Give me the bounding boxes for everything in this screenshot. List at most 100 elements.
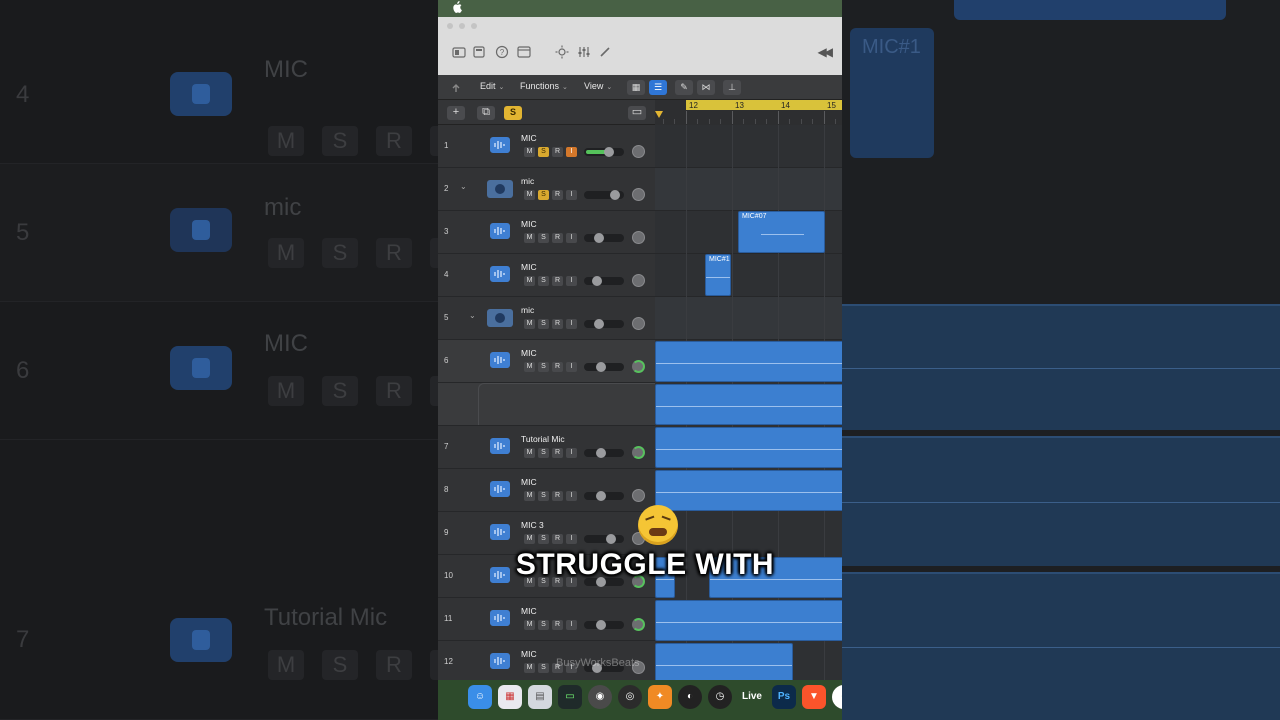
input-monitor-button[interactable]: I: [566, 233, 577, 243]
audio-region[interactable]: [655, 384, 842, 425]
solo-button[interactable]: S: [538, 147, 549, 157]
input-monitor-button[interactable]: I: [566, 147, 577, 157]
preview-icon[interactable]: ▤: [528, 685, 552, 709]
track-header[interactable]: 1 MIC M S R I: [438, 125, 655, 168]
solo-button[interactable]: S: [538, 276, 549, 286]
mute-button[interactable]: M: [524, 362, 535, 372]
functions-menu[interactable]: Functions ⌄: [520, 81, 568, 91]
volume-fader[interactable]: [584, 448, 624, 458]
pan-knob[interactable]: [632, 317, 645, 330]
volume-fader[interactable]: [584, 233, 624, 243]
tracks-area[interactable]: MIC#07 MIC#1: [655, 125, 842, 680]
input-monitor-button[interactable]: I: [566, 319, 577, 329]
input-monitor-button[interactable]: I: [566, 276, 577, 286]
audio-region[interactable]: [655, 427, 842, 468]
toolbar-toggle-icon[interactable]: [517, 45, 531, 59]
mute-button[interactable]: M: [524, 620, 535, 630]
close-window-button[interactable]: [447, 23, 453, 29]
input-monitor-button[interactable]: I: [566, 190, 577, 200]
grid-view-button[interactable]: ▦: [627, 80, 645, 95]
track-lane[interactable]: [655, 254, 842, 297]
track-header[interactable]: 7 Tutorial Mic M S R I: [438, 426, 655, 469]
global-solo-button[interactable]: S: [504, 106, 522, 120]
track-header[interactable]: 11 MIC M S R I: [438, 598, 655, 641]
logic-pro-icon[interactable]: ◉: [588, 685, 612, 709]
record-enable-button[interactable]: R: [552, 448, 563, 458]
solo-button[interactable]: S: [538, 448, 549, 458]
cycle-range[interactable]: [686, 100, 842, 110]
audio-region[interactable]: [655, 341, 842, 382]
view-menu[interactable]: View ⌄: [584, 81, 612, 91]
volume-fader[interactable]: [584, 190, 624, 200]
apple-icon[interactable]: [452, 1, 462, 13]
library-icon[interactable]: [452, 45, 466, 59]
audio-region[interactable]: [655, 643, 793, 680]
record-enable-button[interactable]: R: [552, 276, 563, 286]
track-lane[interactable]: [655, 297, 842, 340]
track-header[interactable]: 4 MIC M S R I: [438, 254, 655, 297]
track-lane[interactable]: [655, 125, 842, 168]
minimize-window-button[interactable]: [459, 23, 465, 29]
mute-button[interactable]: M: [524, 319, 535, 329]
solo-button[interactable]: S: [538, 362, 549, 372]
quick-help-icon[interactable]: ?: [495, 45, 509, 59]
track-header[interactable]: 6 MIC M S R I: [438, 340, 655, 383]
rewind-icon[interactable]: ◀◀: [818, 45, 834, 59]
obs-icon[interactable]: ◎: [618, 685, 642, 709]
snap-button[interactable]: ⋈: [697, 80, 715, 95]
catch-playhead-button[interactable]: ⊥: [723, 80, 741, 95]
audio-region[interactable]: [655, 600, 842, 641]
pan-knob[interactable]: [632, 145, 645, 158]
mute-button[interactable]: M: [524, 448, 535, 458]
solo-button[interactable]: S: [538, 190, 549, 200]
record-enable-button[interactable]: R: [552, 362, 563, 372]
solo-button[interactable]: S: [538, 233, 549, 243]
mute-button[interactable]: M: [524, 534, 535, 544]
record-enable-button[interactable]: R: [552, 319, 563, 329]
track-header[interactable]: 3 MIC M S R I: [438, 211, 655, 254]
brave-browser-icon[interactable]: ▼: [802, 685, 826, 709]
solo-button[interactable]: S: [538, 491, 549, 501]
volume-fader[interactable]: [584, 620, 624, 630]
inspector-icon[interactable]: [472, 45, 486, 59]
add-track-button[interactable]: +: [447, 106, 465, 120]
ableton-live-icon[interactable]: Live: [740, 685, 764, 709]
list-view-button[interactable]: ☰: [649, 80, 667, 95]
solo-button[interactable]: S: [538, 663, 549, 673]
mute-button[interactable]: M: [524, 276, 535, 286]
zoom-window-button[interactable]: [471, 23, 477, 29]
track-header[interactable]: 5 ⌄ mic M S R I: [438, 297, 655, 340]
editors-pencil-icon[interactable]: [598, 45, 612, 59]
volume-fader[interactable]: [584, 147, 624, 157]
record-enable-button[interactable]: R: [552, 620, 563, 630]
volume-fader[interactable]: [584, 491, 624, 501]
track-header[interactable]: 8 MIC M S R I: [438, 469, 655, 512]
audio-region[interactable]: MIC#1: [705, 254, 731, 296]
disclosure-chevron-icon[interactable]: ⌄: [460, 182, 467, 191]
volume-fader[interactable]: [584, 362, 624, 372]
audio-region[interactable]: [655, 470, 842, 511]
terminal-icon[interactable]: ▭: [558, 685, 582, 709]
pan-knob[interactable]: [632, 188, 645, 201]
track-lane[interactable]: [438, 383, 655, 426]
volume-fader[interactable]: [584, 534, 624, 544]
chrome-icon[interactable]: ●: [832, 685, 842, 709]
mixer-icon[interactable]: [577, 45, 591, 59]
mute-button[interactable]: M: [524, 663, 535, 673]
volume-fader[interactable]: [584, 276, 624, 286]
flex-tool-button[interactable]: ✎: [675, 80, 693, 95]
timer-app-icon[interactable]: ◷: [708, 685, 732, 709]
pan-knob[interactable]: [632, 231, 645, 244]
record-enable-button[interactable]: R: [552, 147, 563, 157]
gauge-app-icon[interactable]: ◐: [678, 685, 702, 709]
finder-icon[interactable]: ☺: [468, 685, 492, 709]
solo-button[interactable]: S: [538, 534, 549, 544]
audio-region[interactable]: MIC#07: [738, 211, 825, 253]
track-lane[interactable]: [655, 168, 842, 211]
edit-menu[interactable]: Edit ⌄: [480, 81, 504, 91]
input-monitor-button[interactable]: I: [566, 620, 577, 630]
solo-button[interactable]: S: [538, 620, 549, 630]
duplicate-track-button[interactable]: ⧉: [477, 106, 495, 120]
input-monitor-button[interactable]: I: [566, 448, 577, 458]
record-enable-button[interactable]: R: [552, 190, 563, 200]
